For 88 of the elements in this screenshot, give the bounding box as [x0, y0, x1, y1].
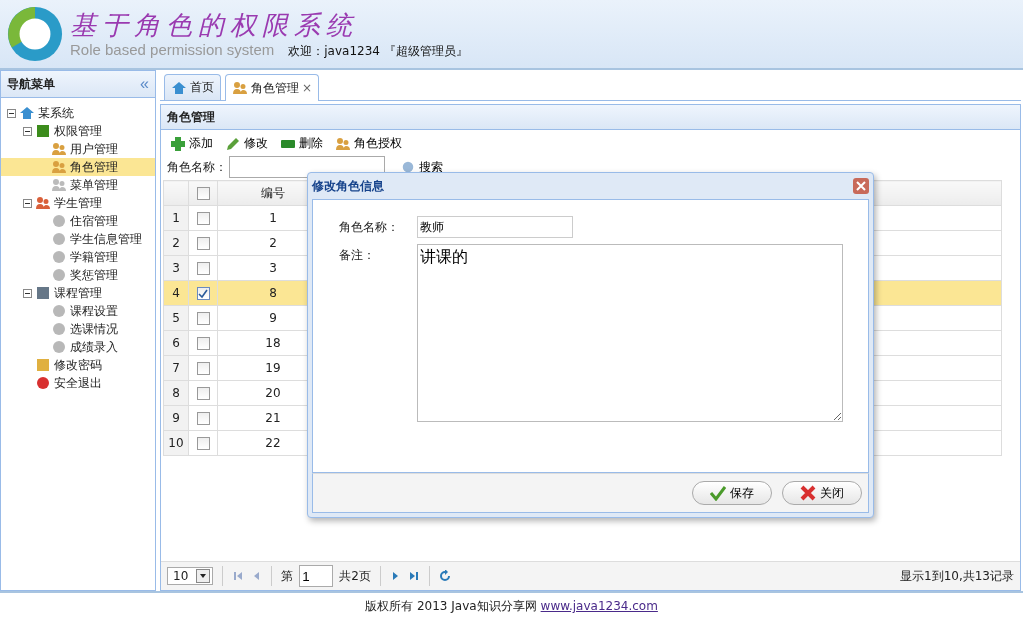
toolbar-button[interactable]: 删除 [277, 133, 326, 154]
page-label: 第 [281, 567, 294, 585]
welcome-text: 欢迎：java1234 『超级管理员』 [288, 42, 468, 60]
field-label: 角色名称： [339, 219, 400, 236]
close-button[interactable]: 关闭 [782, 481, 862, 505]
people-icon [51, 159, 67, 175]
row-number: 2 [163, 230, 189, 256]
people-icon [232, 80, 248, 96]
row-checkbox[interactable] [196, 287, 210, 300]
role-name-field[interactable]: 教师 [417, 216, 573, 238]
refresh-icon[interactable] [438, 570, 451, 582]
square-icon [35, 123, 51, 139]
select-all-checkbox[interactable] [196, 187, 210, 200]
row-checkbox[interactable] [196, 262, 210, 275]
row-checkbox[interactable] [196, 387, 210, 400]
save-button[interactable]: 保存 [692, 481, 772, 505]
tree-item[interactable]: 某系统 [1, 104, 155, 122]
close-tab-button[interactable]: × [302, 81, 313, 95]
sidebar-title: 导航菜单 [7, 75, 55, 93]
field-label: 备注： [339, 247, 376, 264]
plus-icon [170, 135, 186, 152]
row-number: 8 [163, 380, 189, 406]
row-number: 10 [163, 430, 189, 456]
row-number: 3 [163, 255, 189, 281]
panel-title: 角色管理 [161, 104, 1020, 130]
tree-item[interactable]: 奖惩管理 [1, 266, 155, 284]
tree-item[interactable]: 课程管理 [1, 284, 155, 302]
toolbar-button[interactable]: 添加 [167, 133, 216, 154]
people-icon [51, 141, 67, 157]
row-checkbox[interactable] [196, 237, 210, 250]
search-icon [401, 160, 415, 174]
caret-icon [196, 569, 211, 583]
tree-item[interactable]: 学籍管理 [1, 248, 155, 266]
record-summary: 显示1到10,共13记录 [900, 567, 1014, 585]
tree-item[interactable]: 修改密码 [1, 356, 155, 374]
row-checkbox[interactable] [196, 212, 210, 225]
tree-item[interactable]: 学生信息管理 [1, 230, 155, 248]
people-icon [51, 177, 67, 193]
row-checkbox[interactable] [196, 312, 210, 325]
pencil-icon [225, 135, 241, 152]
tree-item[interactable]: 学生管理 [1, 194, 155, 212]
row-checkbox[interactable] [196, 362, 210, 375]
row-number: 4 [163, 280, 189, 306]
toolbar-button[interactable]: 角色授权 [332, 133, 405, 154]
tree-item[interactable]: 用户管理 [1, 140, 155, 158]
app-subtitle: Role based permission system [70, 40, 275, 58]
close-button[interactable] [853, 178, 869, 194]
tab[interactable]: 角色管理 × [225, 74, 320, 101]
collapse-toggle-icon[interactable] [7, 108, 16, 118]
tree-item[interactable]: 菜单管理 [1, 176, 155, 194]
search-label: 角色名称： [167, 158, 227, 176]
last-page-icon[interactable] [407, 570, 420, 582]
row-checkbox[interactable] [196, 437, 210, 450]
search-button[interactable]: 搜索 [395, 157, 449, 177]
website-link[interactable]: www.java1234.com [540, 599, 658, 613]
house-icon [19, 105, 35, 121]
house-icon [171, 79, 187, 96]
tree-item[interactable]: 角色管理 [1, 158, 155, 176]
tree-item[interactable]: 成绩录入 [1, 338, 155, 356]
row-number: 9 [163, 405, 189, 431]
close-icon [856, 181, 866, 191]
collapse-toggle-icon[interactable] [23, 288, 32, 298]
tab[interactable]: 首页 [164, 74, 221, 100]
copyright-text: 版权所有 2013 Java知识分享网 [365, 597, 537, 615]
row-checkbox[interactable] [196, 337, 210, 350]
toolbar-button[interactable]: 修改 [222, 133, 271, 154]
collapse-toggle-icon[interactable] [23, 126, 32, 136]
page-number-field[interactable]: 1 [299, 565, 334, 587]
row-number: 1 [163, 205, 189, 231]
cross-icon [800, 485, 816, 501]
first-page-icon[interactable] [232, 570, 245, 582]
row-checkbox[interactable] [196, 412, 210, 425]
people-icon [335, 135, 351, 152]
row-number: 5 [163, 305, 189, 331]
row-number: 6 [163, 330, 189, 356]
collapse-toggle-icon[interactable] [23, 198, 32, 208]
page-size-select[interactable]: 10 [167, 567, 214, 585]
people-icon [35, 195, 51, 211]
total-pages-text: 共2页 [339, 567, 371, 585]
row-number: 7 [163, 355, 189, 381]
tree-item[interactable]: 选课情况 [1, 320, 155, 338]
remark-field[interactable]: 讲课的 [417, 244, 843, 422]
app-title: 基于角色的权限系统 [70, 8, 359, 41]
tree-item[interactable]: 安全退出 [1, 374, 155, 392]
tree-item[interactable]: 课程设置 [1, 302, 155, 320]
tree-item[interactable]: 权限管理 [1, 122, 155, 140]
tree-item[interactable]: 住宿管理 [1, 212, 155, 230]
checkmark-icon [710, 485, 726, 501]
